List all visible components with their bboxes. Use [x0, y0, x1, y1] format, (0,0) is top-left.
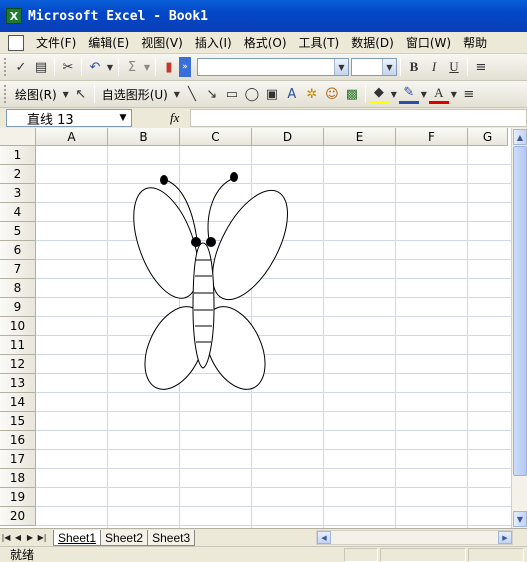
left-eye	[191, 237, 201, 247]
workbook-icon[interactable]	[8, 34, 24, 51]
autoshapes-dropdown-icon[interactable]: ▼	[172, 84, 182, 104]
autosum-dropdown-icon[interactable]: ▼	[142, 57, 152, 77]
font-color-dropdown-icon[interactable]: ▼	[449, 84, 459, 104]
vertical-scrollbar[interactable]: ▲ ▼	[511, 128, 527, 528]
butterfly-drawing[interactable]	[0, 128, 527, 528]
prev-sheet-icon[interactable]: ◀	[12, 533, 24, 542]
status-bar: 就绪	[0, 546, 527, 562]
horizontal-scrollbar[interactable]: ◀ ▶	[316, 530, 513, 545]
chart-wizard-icon[interactable]: ▮	[159, 57, 179, 77]
status-panel	[380, 548, 466, 562]
cut-icon[interactable]: ✂	[58, 57, 78, 77]
menu-help[interactable]: 帮助	[457, 34, 493, 51]
excel-app-icon[interactable]: X	[6, 8, 22, 24]
right-antenna-tip	[230, 172, 238, 182]
picture-icon[interactable]: ▩	[342, 84, 362, 104]
right-eye	[206, 237, 216, 247]
toolbar-separator	[364, 85, 366, 103]
toolbar-grip[interactable]	[4, 85, 7, 103]
tab-sheet3[interactable]: Sheet3	[147, 529, 196, 546]
menu-data[interactable]: 数据(D)	[345, 34, 400, 51]
vertical-scroll-thumb[interactable]	[513, 146, 527, 476]
formula-input[interactable]	[190, 109, 527, 127]
name-box[interactable]: 直线 13 ▼	[6, 109, 132, 128]
font-color-icon[interactable]: A	[428, 84, 449, 104]
insert-function-button[interactable]: fx	[170, 110, 179, 126]
textbox-icon[interactable]: ▣	[262, 84, 282, 104]
menu-format[interactable]: 格式(O)	[238, 34, 293, 51]
line-style-icon[interactable]: ≡	[459, 84, 479, 104]
underline-button[interactable]: U	[444, 57, 464, 77]
scroll-up-icon[interactable]: ▲	[513, 129, 527, 145]
oval-icon[interactable]: ◯	[242, 84, 262, 104]
scroll-down-icon[interactable]: ▼	[513, 511, 527, 527]
tab-sheet2[interactable]: Sheet2	[100, 529, 149, 546]
bold-button[interactable]: B	[404, 57, 424, 77]
draw-dropdown-icon[interactable]: ▼	[61, 84, 71, 104]
last-sheet-icon[interactable]: ▶|	[36, 533, 48, 542]
undo-icon[interactable]: ↶	[85, 57, 105, 77]
line-color-icon[interactable]: ✎	[398, 84, 419, 104]
toolbar-grip[interactable]	[4, 58, 7, 76]
autoshapes-menu-button[interactable]: 自选图形(U)	[98, 86, 172, 103]
toolbar-separator	[400, 58, 401, 76]
clipart-icon[interactable]: ☺	[322, 84, 342, 104]
window-title: Microsoft Excel - Book1	[28, 8, 209, 24]
toolbar-separator	[155, 58, 156, 76]
chevron-down-icon[interactable]: ▼	[382, 59, 396, 75]
butterfly-body	[192, 242, 215, 369]
drawing-toolbar: 绘图(R) ▼ ↖ 自选图形(U) ▼ ╲ ↘ ▭ ◯ ▣ A ✲ ☺ ▩ ◆ …	[0, 81, 527, 108]
fill-color-dropdown-icon[interactable]: ▼	[389, 84, 399, 104]
research-icon[interactable]: ▤	[31, 57, 51, 77]
menu-view[interactable]: 视图(V)	[135, 34, 189, 51]
worksheet-grid[interactable]: ABCDEFG 1 2 3 4 5 6 7 8 9 10 11 12 13 14 15 16 17 18 19 20	[0, 128, 527, 528]
select-objects-icon[interactable]: ↖	[71, 84, 91, 104]
draw-menu-button[interactable]: 绘图(R)	[11, 86, 61, 103]
rectangle-icon[interactable]: ▭	[222, 84, 242, 104]
font-size-combo[interactable]: ▼	[351, 58, 397, 76]
status-text: 就绪	[10, 548, 35, 562]
left-antenna-tip	[160, 175, 168, 185]
line-icon[interactable]: ╲	[182, 84, 202, 104]
toolbar-separator	[118, 58, 119, 76]
next-sheet-icon[interactable]: ▶	[24, 533, 36, 542]
menu-insert[interactable]: 插入(I)	[189, 34, 238, 51]
menu-file[interactable]: 文件(F)	[30, 34, 82, 51]
arrow-icon[interactable]: ↘	[202, 84, 222, 104]
name-box-value[interactable]: 直线 13	[7, 109, 115, 128]
sheet-tab-bar: |◀ ◀ ▶ ▶| Sheet1 Sheet2 Sheet3 ◀ ▶	[0, 528, 527, 546]
scroll-left-icon[interactable]: ◀	[317, 531, 331, 544]
first-sheet-icon[interactable]: |◀	[0, 533, 12, 542]
align-left-icon[interactable]: ≡	[471, 57, 491, 77]
spelling-icon[interactable]: ✓	[11, 57, 31, 77]
formula-bar: 直线 13 ▼ fx	[0, 108, 527, 128]
menu-edit[interactable]: 编辑(E)	[82, 34, 135, 51]
chevron-down-icon[interactable]: ▼	[334, 59, 348, 75]
italic-button[interactable]: I	[424, 57, 444, 77]
toolbar-options-icon[interactable]: »	[179, 57, 191, 77]
line-color-dropdown-icon[interactable]: ▼	[419, 84, 429, 104]
chevron-down-icon[interactable]: ▼	[115, 113, 131, 123]
menu-window[interactable]: 窗口(W)	[400, 34, 457, 51]
tab-sheet1[interactable]: Sheet1	[53, 529, 102, 546]
wordart-icon[interactable]: A	[282, 84, 302, 104]
font-name-combo[interactable]: ▼	[197, 58, 349, 76]
toolbar-separator	[467, 58, 468, 76]
toolbar-separator	[54, 58, 55, 76]
undo-dropdown-icon[interactable]: ▼	[105, 57, 115, 77]
menu-tools[interactable]: 工具(T)	[293, 34, 346, 51]
autosum-icon[interactable]: Σ	[122, 57, 142, 77]
standard-toolbar: ✓ ▤ ✂ ↶ ▼ Σ ▼ ▮ » ▼ ▼ B I U ≡	[0, 54, 527, 81]
toolbar-separator	[81, 58, 82, 76]
fill-color-icon[interactable]: ◆	[368, 84, 389, 104]
menu-bar: 文件(F) 编辑(E) 视图(V) 插入(I) 格式(O) 工具(T) 数据(D…	[0, 32, 527, 54]
status-panel	[344, 548, 378, 562]
diagram-icon[interactable]: ✲	[302, 84, 322, 104]
title-bar: X Microsoft Excel - Book1	[0, 0, 527, 32]
toolbar-separator	[93, 85, 95, 103]
status-panel	[468, 548, 524, 562]
scroll-right-icon[interactable]: ▶	[498, 531, 512, 544]
